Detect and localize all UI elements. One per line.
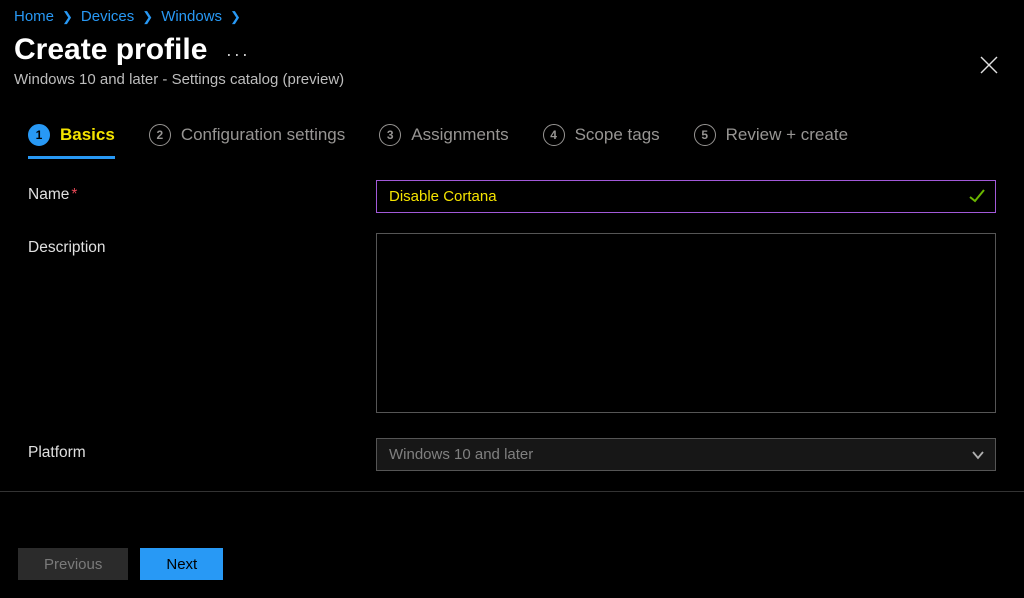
wizard-footer: Previous Next — [0, 534, 1024, 598]
next-button[interactable]: Next — [140, 548, 223, 580]
description-label: Description — [28, 233, 376, 257]
tab-label: Review + create — [726, 125, 848, 145]
step-number: 1 — [28, 124, 50, 146]
tab-configuration-settings[interactable]: 2 Configuration settings — [149, 124, 345, 159]
close-button[interactable] — [980, 56, 998, 79]
name-label: Name* — [28, 180, 376, 204]
form-basics: Name* Description Platform Windows 10 an… — [0, 160, 1024, 471]
page-subtitle: Windows 10 and later - Settings catalog … — [14, 71, 1010, 88]
tab-basics[interactable]: 1 Basics — [28, 124, 115, 159]
tab-assignments[interactable]: 3 Assignments — [379, 124, 508, 159]
breadcrumb-windows[interactable]: Windows — [161, 8, 222, 25]
chevron-right-icon: ❯ — [142, 9, 153, 25]
tab-label: Basics — [60, 125, 115, 145]
tab-label: Scope tags — [575, 125, 660, 145]
breadcrumb-home[interactable]: Home — [14, 8, 54, 25]
close-icon — [980, 56, 998, 74]
divider — [0, 491, 1024, 492]
wizard-tabs: 1 Basics 2 Configuration settings 3 Assi… — [0, 98, 1024, 160]
chevron-down-icon — [971, 448, 985, 466]
step-number: 5 — [694, 124, 716, 146]
step-number: 3 — [379, 124, 401, 146]
description-input[interactable] — [376, 233, 996, 413]
step-number: 4 — [543, 124, 565, 146]
step-number: 2 — [149, 124, 171, 146]
tab-label: Configuration settings — [181, 125, 345, 145]
tab-review-create[interactable]: 5 Review + create — [694, 124, 848, 159]
more-icon[interactable]: ··· — [226, 44, 250, 65]
platform-select[interactable]: Windows 10 and later — [376, 438, 996, 471]
platform-value: Windows 10 and later — [389, 446, 533, 463]
breadcrumb-devices[interactable]: Devices — [81, 8, 134, 25]
chevron-right-icon: ❯ — [230, 9, 241, 25]
name-input[interactable] — [376, 180, 996, 213]
required-indicator: * — [71, 186, 77, 203]
tab-label: Assignments — [411, 125, 508, 145]
platform-label: Platform — [28, 438, 376, 462]
checkmark-icon — [968, 187, 986, 210]
chevron-right-icon: ❯ — [62, 9, 73, 25]
page-header: Create profile ··· Windows 10 and later … — [0, 29, 1024, 98]
page-title: Create profile — [14, 33, 207, 67]
previous-button: Previous — [18, 548, 128, 580]
breadcrumb: Home ❯ Devices ❯ Windows ❯ — [0, 0, 1024, 29]
tab-scope-tags[interactable]: 4 Scope tags — [543, 124, 660, 159]
